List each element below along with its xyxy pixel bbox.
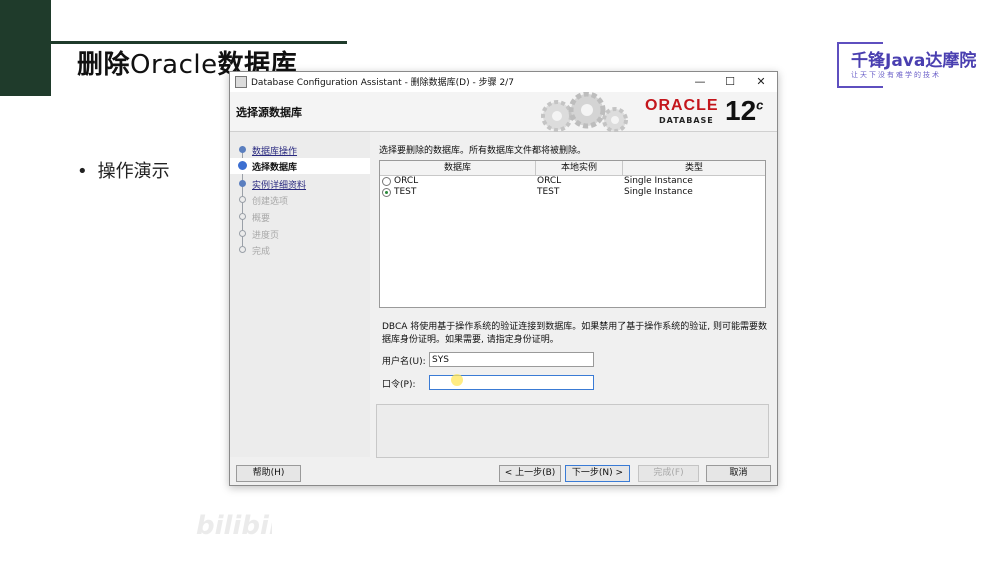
- username-input[interactable]: [429, 352, 594, 367]
- column-header-type[interactable]: 类型: [623, 161, 765, 176]
- column-header-database[interactable]: 数据库: [380, 161, 536, 176]
- logo-text: 千锋Java达摩院: [851, 51, 977, 71]
- bullet-text: 操作演示: [97, 161, 170, 182]
- oracle-database-label: DATABASE: [659, 116, 714, 125]
- cancel-button[interactable]: 取消: [706, 465, 771, 482]
- bilibili-watermark-icon: bilibili: [196, 508, 288, 548]
- nav-step-database-operation[interactable]: 数据库操作: [230, 142, 370, 158]
- instruction-text: 选择要删除的数据库。所有数据库文件都将被删除。: [379, 146, 587, 156]
- nav-step-progress: 进度页: [230, 226, 370, 242]
- bullet-item: • 操作演示: [77, 157, 170, 183]
- svg-text:bilibili: bilibili: [196, 511, 272, 540]
- minimize-button[interactable]: —: [685, 73, 715, 91]
- oracle-wordmark: ORACLE: [645, 97, 719, 114]
- step-dot-icon: [239, 230, 246, 237]
- version-badge: 12c: [725, 95, 763, 127]
- slide-title-prefix: 删除: [77, 50, 131, 80]
- wizard-steps-nav: 数据库操作 选择数据库 实例详细资料 创建选项 概要 进度页 完成: [230, 132, 370, 457]
- table-row[interactable]: ORCL ORCL Single Instance: [380, 176, 765, 187]
- back-button[interactable]: < 上一步(B): [499, 465, 561, 482]
- message-area: [376, 404, 769, 458]
- table-row[interactable]: TEST TEST Single Instance: [380, 187, 765, 198]
- step-dot-icon: [239, 246, 246, 253]
- window-titlebar[interactable]: Database Configuration Assistant - 删除数据库…: [230, 72, 777, 92]
- oracle-logo: ORACLE DATABASE: [645, 97, 735, 127]
- brand-logo: 千锋Java达摩院 让天下没有难学的技术: [837, 42, 976, 88]
- bullet-dot-icon: •: [77, 161, 88, 182]
- logo-tagline: 让天下没有难学的技术: [851, 71, 941, 79]
- presentation-slide: 删除Oracle 数据库 • 操作演示 千锋Java达摩院 让天下没有难学的技术 b…: [0, 0, 1007, 564]
- password-label: 口令(P):: [382, 380, 416, 390]
- gears-icon: [541, 92, 628, 132]
- help-button[interactable]: 帮助(H): [236, 465, 301, 482]
- bilibili-logo-icon: bilibili: [196, 511, 288, 541]
- version-suffix: c: [756, 97, 764, 113]
- step-dot-icon: [239, 196, 246, 203]
- nav-step-summary: 概要: [230, 209, 370, 225]
- step-title: 选择源数据库: [236, 106, 302, 119]
- step-dot-icon: [239, 213, 246, 220]
- step-dot-icon: [239, 146, 246, 153]
- version-number: 12: [725, 95, 757, 126]
- slide-accent-bar: [0, 0, 51, 96]
- finish-button: 完成(F): [638, 465, 699, 482]
- radio-button[interactable]: [382, 177, 391, 186]
- radio-button-selected[interactable]: [382, 188, 391, 197]
- username-label: 用户名(U):: [382, 357, 426, 367]
- wizard-header: 选择源数据库 ORACLE DATABASE 12c: [230, 92, 777, 132]
- nav-step-finish: 完成: [230, 242, 370, 258]
- cell-instance: TEST: [537, 187, 560, 197]
- next-button[interactable]: 下一步(N) >: [565, 465, 630, 482]
- cell-type: Single Instance: [624, 187, 693, 197]
- cell-database: ORCL: [394, 176, 419, 186]
- cell-type: Single Instance: [624, 176, 693, 186]
- cell-database: TEST: [394, 187, 417, 197]
- step-dot-icon: [239, 180, 246, 187]
- auth-note: DBCA 将使用基于操作系统的验证连接到数据库。如果禁用了基于操作系统的验证, …: [382, 322, 767, 345]
- maximize-button[interactable]: ☐: [715, 73, 745, 91]
- nav-step-select-database[interactable]: 选择数据库: [230, 158, 370, 174]
- mouse-cursor-highlight: [451, 374, 463, 386]
- step-dot-icon: [238, 161, 247, 170]
- dbca-window: Database Configuration Assistant - 删除数据库…: [229, 71, 778, 486]
- column-header-instance[interactable]: 本地实例: [536, 161, 623, 176]
- window-title: Database Configuration Assistant - 删除数据库…: [251, 78, 514, 88]
- slide-title-latin: Oracle: [130, 50, 218, 80]
- cell-instance: ORCL: [537, 176, 562, 186]
- nav-step-create-options: 创建选项: [230, 192, 370, 208]
- nav-step-instance-details[interactable]: 实例详细资料: [230, 176, 370, 192]
- close-button[interactable]: ✕: [746, 73, 776, 91]
- app-icon: [235, 76, 247, 88]
- database-table: 数据库 本地实例 类型 ORCL ORCL Single Instance TE…: [379, 160, 766, 308]
